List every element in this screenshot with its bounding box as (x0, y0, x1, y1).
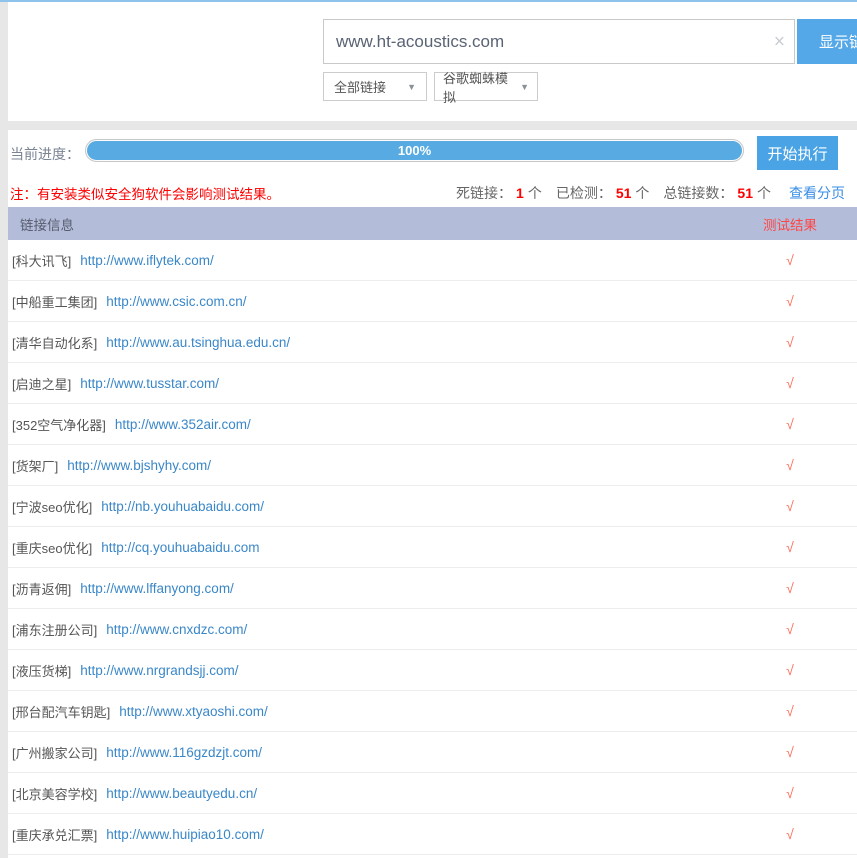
check-icon: √ (745, 252, 835, 268)
row-url[interactable]: http://www.nrgrandsjj.com/ (80, 663, 238, 678)
check-icon: √ (745, 580, 835, 596)
table-row: [重庆seo优化] http://cq.youhuabaidu.com √ (8, 527, 857, 568)
chevron-down-icon: ▼ (407, 82, 416, 92)
row-name: [中船重工集团] (12, 292, 97, 311)
row-url[interactable]: http://www.beautyedu.cn/ (106, 786, 257, 801)
show-links-button[interactable]: 显示链接 (797, 19, 857, 64)
table-rows: [科大讯飞] http://www.iflytek.com/ √ [中船重工集团… (8, 240, 857, 855)
row-url[interactable]: http://www.csic.com.cn/ (106, 294, 246, 309)
row-name: [重庆承兑汇票] (12, 825, 97, 844)
check-icon: √ (745, 703, 835, 719)
row-name: [启迪之星] (12, 374, 71, 393)
url-input[interactable] (323, 19, 795, 64)
table-row: [清华自动化系] http://www.au.tsinghua.edu.cn/ … (8, 322, 857, 363)
table-header: 链接信息 测试结果 (8, 207, 857, 240)
row-url[interactable]: http://www.bjshyhy.com/ (67, 458, 211, 473)
table-row: [科大讯飞] http://www.iflytek.com/ √ (8, 240, 857, 281)
total-links-unit: 个 (757, 183, 771, 203)
row-url[interactable]: http://www.tusstar.com/ (80, 376, 219, 391)
chevron-down-icon: ▼ (520, 82, 529, 92)
check-icon: √ (745, 416, 835, 432)
row-url[interactable]: http://www.116gzdzjt.com/ (106, 745, 262, 760)
table-row: [中船重工集团] http://www.csic.com.cn/ √ (8, 281, 857, 322)
stats-bar: 死链接： 1 个 已检测： 51 个 总链接数： 51 个 查看分页 (456, 183, 845, 203)
spider-value: 谷歌蜘蛛模拟 (443, 68, 515, 106)
check-icon: √ (745, 826, 835, 842)
row-url[interactable]: http://cq.youhuabaidu.com (101, 540, 259, 555)
row-name: [北京美容学校] (12, 784, 97, 803)
row-url[interactable]: http://www.huipiao10.com/ (106, 827, 264, 842)
check-icon: √ (745, 785, 835, 801)
table-row: [沥青返佣] http://www.lffanyong.com/ √ (8, 568, 857, 609)
progress-percent: 100% (398, 143, 431, 158)
progress-fill: 100% (87, 141, 742, 160)
check-icon: √ (745, 539, 835, 555)
checked-label: 已检测： (556, 183, 612, 203)
row-name: [352空气净化器] (12, 415, 106, 434)
table-row: [启迪之星] http://www.tusstar.com/ √ (8, 363, 857, 404)
check-icon: √ (745, 621, 835, 637)
clear-icon[interactable]: × (774, 32, 785, 51)
check-icon: √ (745, 744, 835, 760)
row-name: [科大讯飞] (12, 251, 71, 270)
results-panel: 当前进度： 100% 开始执行 注：有安装类似安全狗软件会影响测试结果。 死链接… (8, 130, 857, 858)
check-icon: √ (745, 293, 835, 309)
table-row: [北京美容学校] http://www.beautyedu.cn/ √ (8, 773, 857, 814)
table-row: [重庆承兑汇票] http://www.huipiao10.com/ √ (8, 814, 857, 855)
row-name: [液压货梯] (12, 661, 71, 680)
dead-links-label: 死链接： (456, 183, 512, 203)
total-links-count: 51 (737, 185, 753, 201)
row-name: [沥青返佣] (12, 579, 71, 598)
link-type-value: 全部链接 (334, 77, 386, 96)
search-box: × (323, 19, 795, 64)
table-row: [广州搬家公司] http://www.116gzdzjt.com/ √ (8, 732, 857, 773)
row-url[interactable]: http://www.352air.com/ (115, 417, 251, 432)
dead-links-unit: 个 (528, 183, 542, 203)
row-name: [重庆seo优化] (12, 538, 92, 557)
checked-count: 51 (616, 185, 632, 201)
row-url[interactable]: http://www.iflytek.com/ (80, 253, 214, 268)
warning-note: 注：有安装类似安全狗软件会影响测试结果。 (10, 183, 280, 203)
checked-unit: 个 (635, 183, 649, 203)
table-row: [液压货梯] http://www.nrgrandsjj.com/ √ (8, 650, 857, 691)
check-icon: √ (745, 334, 835, 350)
row-url[interactable]: http://www.au.tsinghua.edu.cn/ (106, 335, 290, 350)
table-row: [邢台配汽车钥匙] http://www.xtyaoshi.com/ √ (8, 691, 857, 732)
check-icon: √ (745, 457, 835, 473)
note-row: 注：有安装类似安全狗软件会影响测试结果。 死链接： 1 个 已检测： 51 个 … (10, 180, 845, 206)
progress-bar: 100% (85, 139, 744, 162)
row-url[interactable]: http://nb.youhuabaidu.com/ (101, 499, 264, 514)
total-links-label: 总链接数： (663, 183, 733, 203)
progress-row: 当前进度： 100% 开始执行 (8, 130, 857, 176)
view-pagination-link[interactable]: 查看分页 (789, 183, 845, 203)
search-panel: × 显示链接 全部链接 ▼ 谷歌蜘蛛模拟 ▼ (8, 2, 857, 121)
row-url[interactable]: http://www.cnxdzc.com/ (106, 622, 247, 637)
row-url[interactable]: http://www.xtyaoshi.com/ (119, 704, 268, 719)
row-name: [货架厂] (12, 456, 58, 475)
table-row: [货架厂] http://www.bjshyhy.com/ √ (8, 445, 857, 486)
start-button[interactable]: 开始执行 (757, 136, 838, 170)
row-name: [宁波seo优化] (12, 497, 92, 516)
row-name: [浦东注册公司] (12, 620, 97, 639)
table-row: [浦东注册公司] http://www.cnxdzc.com/ √ (8, 609, 857, 650)
dead-links-count: 1 (516, 185, 524, 201)
progress-label: 当前进度： (10, 144, 80, 164)
row-name: [邢台配汽车钥匙] (12, 702, 110, 721)
table-row: [宁波seo优化] http://nb.youhuabaidu.com/ √ (8, 486, 857, 527)
table-row: [352空气净化器] http://www.352air.com/ √ (8, 404, 857, 445)
check-icon: √ (745, 498, 835, 514)
row-url[interactable]: http://www.lffanyong.com/ (80, 581, 234, 596)
spider-dropdown[interactable]: 谷歌蜘蛛模拟 ▼ (434, 72, 538, 101)
column-header-test-result: 测试结果 (745, 214, 835, 234)
column-header-link-info: 链接信息 (8, 214, 74, 234)
row-name: [清华自动化系] (12, 333, 97, 352)
check-icon: √ (745, 375, 835, 391)
link-type-dropdown[interactable]: 全部链接 ▼ (323, 72, 427, 101)
row-name: [广州搬家公司] (12, 743, 97, 762)
check-icon: √ (745, 662, 835, 678)
